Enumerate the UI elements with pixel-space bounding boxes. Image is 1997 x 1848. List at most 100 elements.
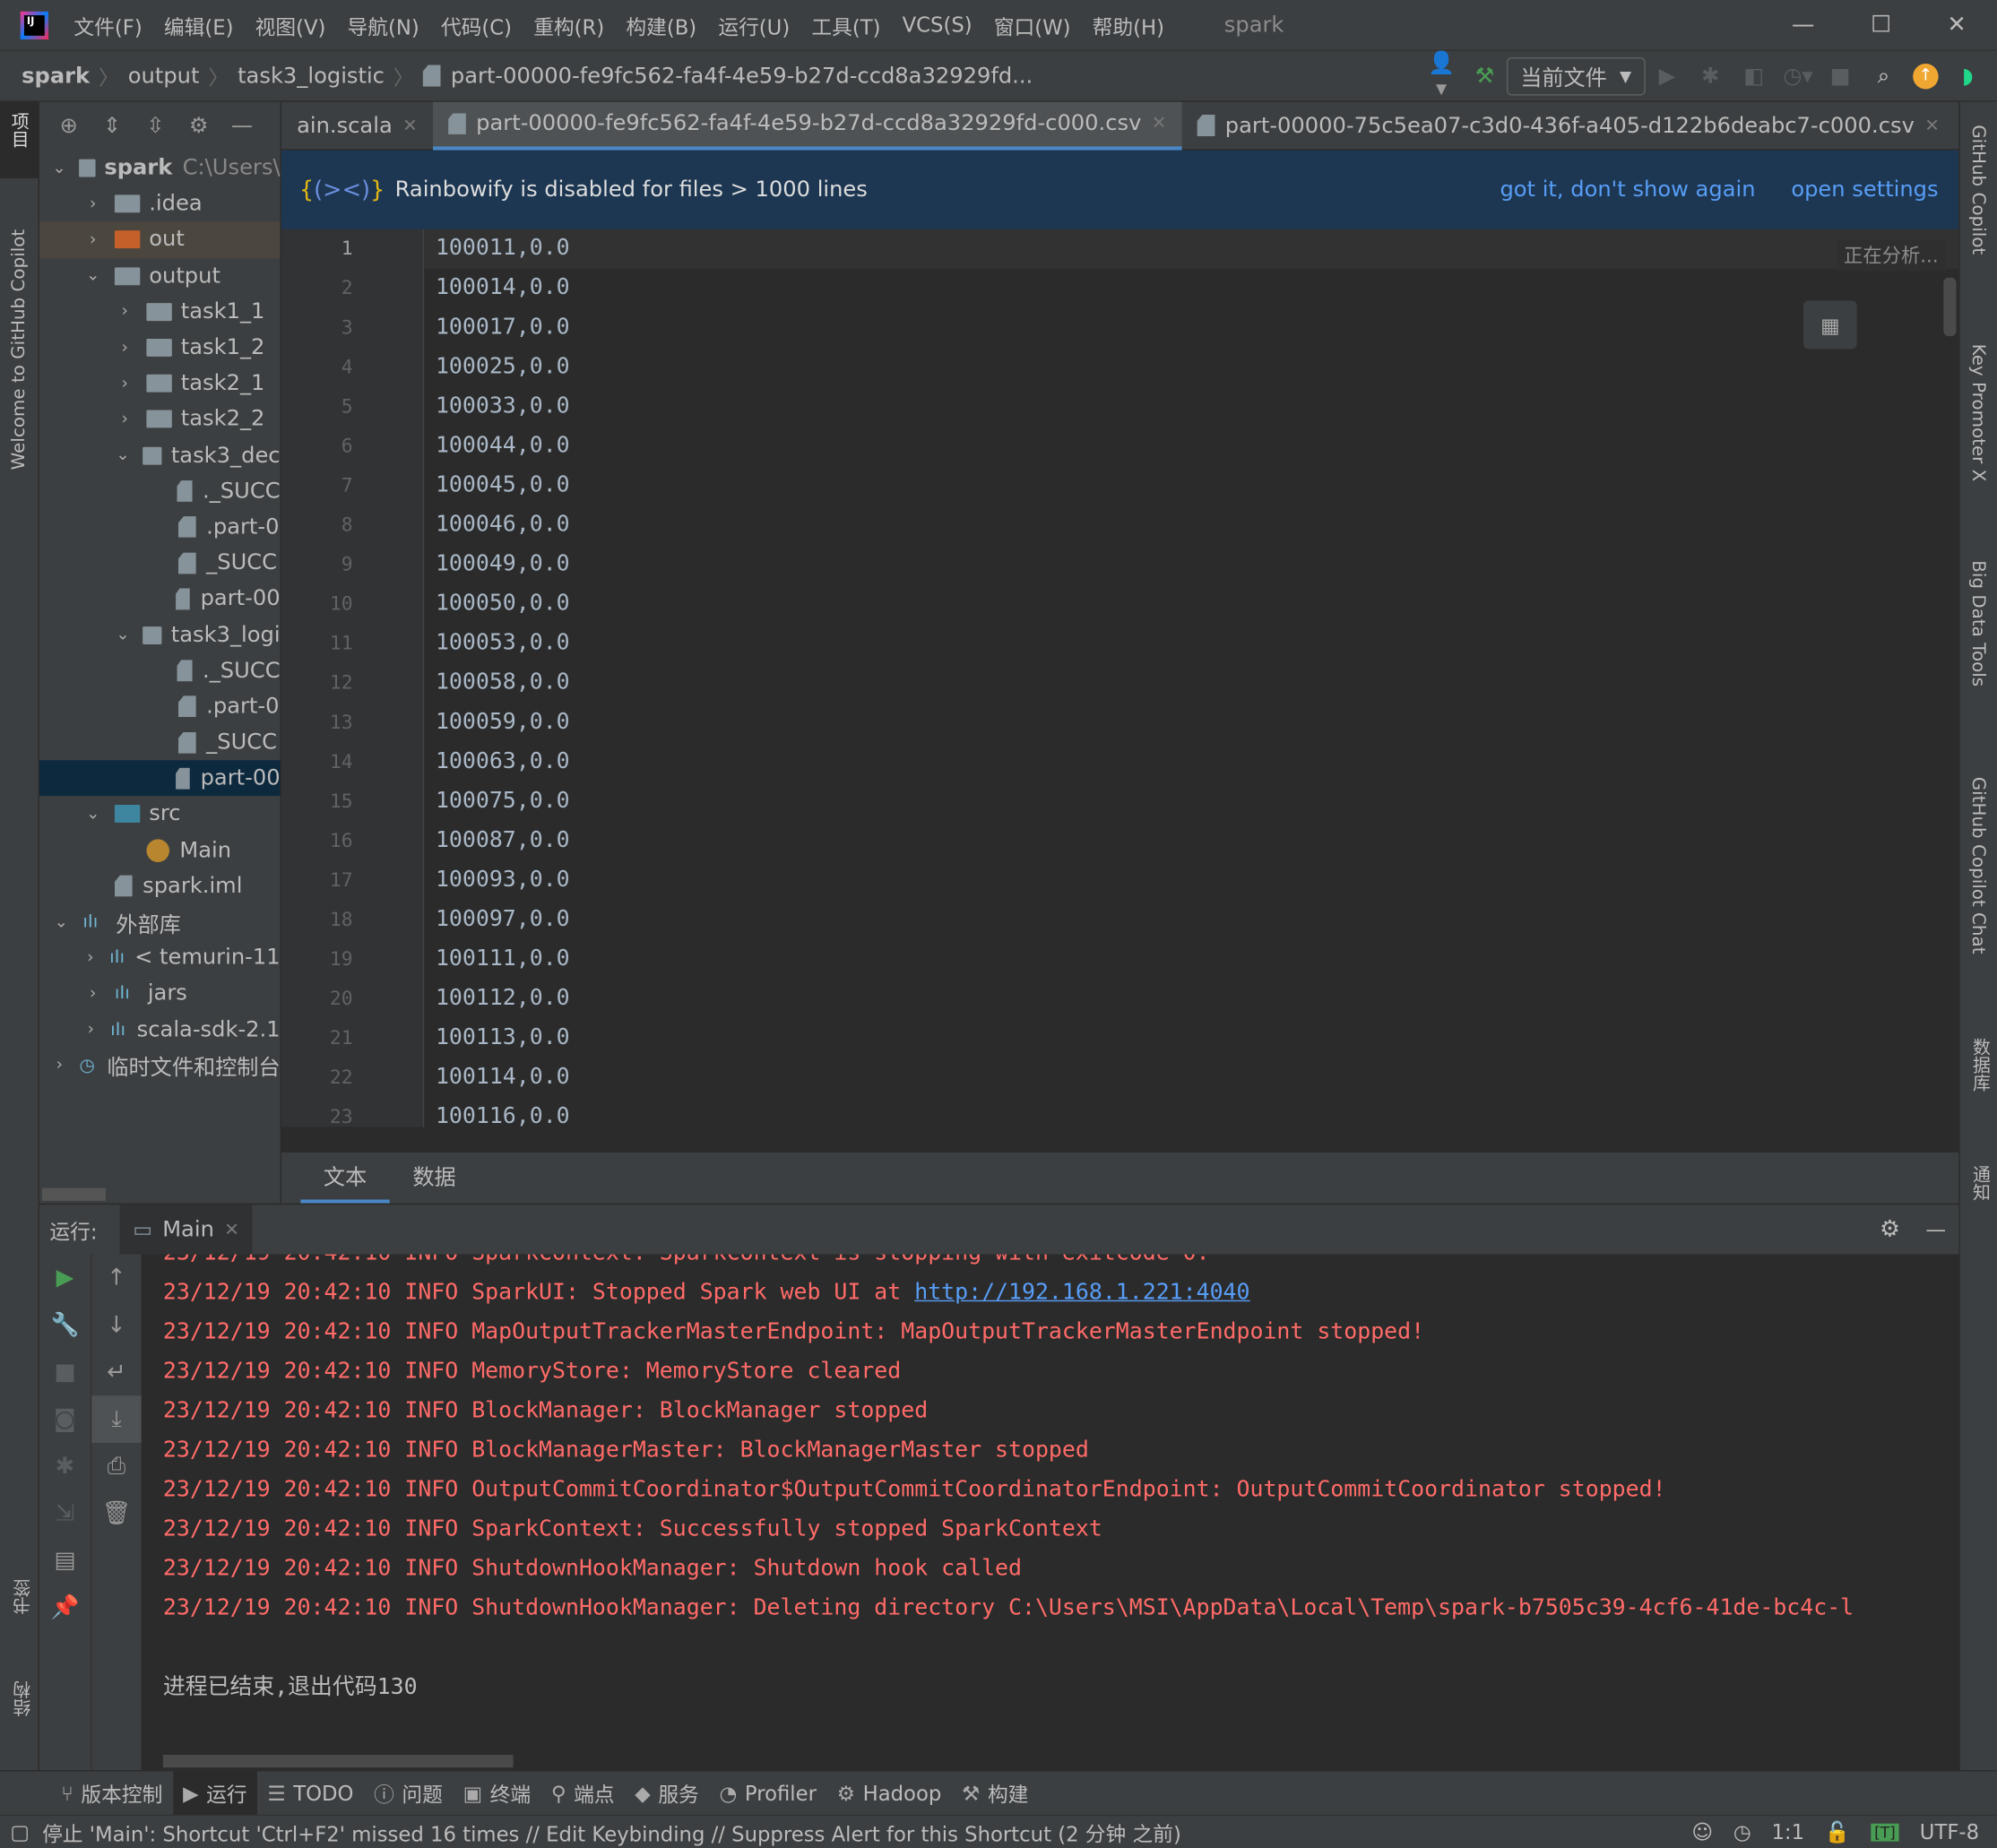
run-config-dropdown[interactable]: 当前文件 ▼ bbox=[1506, 56, 1646, 95]
stop-icon[interactable]: ■ bbox=[39, 1349, 91, 1396]
menu-item[interactable]: 工具(T) bbox=[811, 10, 880, 40]
close-button[interactable]: ✕ bbox=[1947, 12, 1966, 39]
update-icon[interactable]: ↑ bbox=[1913, 63, 1939, 89]
tree-item[interactable]: › ıIı < temurin-11 bbox=[39, 940, 280, 976]
build-hammer-icon[interactable]: ⚒ bbox=[1471, 63, 1499, 88]
tool-window-3[interactable]: ⓘ 问题 bbox=[364, 1771, 454, 1816]
debug-icon[interactable]: ✱ bbox=[1697, 63, 1725, 88]
camera-icon[interactable]: ◙ bbox=[39, 1395, 91, 1443]
tree-item[interactable]: › task1_1 bbox=[39, 294, 281, 330]
tree-item[interactable]: Main bbox=[39, 833, 281, 868]
close-tab-icon[interactable]: ✕ bbox=[402, 116, 418, 136]
tree-item[interactable]: _SUCC bbox=[39, 724, 281, 760]
scroll-to-end-icon[interactable]: ⤓ bbox=[91, 1395, 142, 1443]
menu-item[interactable]: 代码(C) bbox=[441, 10, 512, 40]
chevron-icon[interactable]: › bbox=[116, 374, 134, 393]
console-output[interactable]: 23/12/19 20:42:10 INFO SparkContext: Spa… bbox=[141, 1254, 1959, 1771]
chevron-icon[interactable]: › bbox=[84, 948, 97, 967]
pin-icon[interactable]: 📌 bbox=[39, 1585, 91, 1632]
project-tool-button[interactable]: 项目 bbox=[0, 101, 39, 178]
spark-ui-link[interactable]: http://192.168.1.221:4040 bbox=[914, 1280, 1249, 1305]
hide-icon[interactable]: — bbox=[228, 113, 255, 138]
tree-item[interactable]: › ıIı jars bbox=[39, 976, 281, 1012]
right-tool-button[interactable]: GitHub Copilot Chat bbox=[1967, 777, 1997, 959]
plugin-logo-icon[interactable]: ◗ bbox=[1954, 63, 1982, 88]
code-view[interactable]: 100011,0.0 100014,0.0 100017,0.0 100025,0.0… bbox=[424, 229, 1959, 1127]
stop-icon[interactable]: ■ bbox=[1827, 63, 1854, 88]
breadcrumb-project[interactable]: spark bbox=[22, 63, 90, 88]
tree-item[interactable]: ⌄ ıIı 外部库 bbox=[39, 904, 281, 940]
minimize-button[interactable]: — bbox=[1792, 12, 1815, 39]
soft-wrap-icon[interactable]: ↵ bbox=[91, 1349, 141, 1396]
menu-item[interactable]: VCS(S) bbox=[903, 13, 973, 37]
locate-icon[interactable]: ⊕ bbox=[55, 113, 82, 138]
chevron-icon[interactable]: ⌄ bbox=[52, 159, 65, 177]
close-tab-icon[interactable]: ✕ bbox=[224, 1220, 239, 1240]
right-tool-button[interactable]: 通知 bbox=[1967, 1165, 1997, 1205]
right-tool-button[interactable]: 数据库 bbox=[1967, 1038, 1997, 1096]
chevron-icon[interactable]: › bbox=[84, 194, 102, 213]
right-tool-button[interactable]: Key Promoter X bbox=[1967, 344, 1997, 487]
right-tool-button[interactable]: Big Data Tools bbox=[1967, 560, 1997, 692]
encoding[interactable]: UTF-8 bbox=[1920, 1819, 1979, 1844]
maximize-button[interactable]: ☐ bbox=[1871, 12, 1891, 39]
tree-item[interactable]: .part-0 bbox=[39, 688, 281, 724]
tabnine-icon[interactable]: [T] bbox=[1870, 1823, 1900, 1841]
layout-icon[interactable]: ▤ bbox=[39, 1537, 91, 1585]
chevron-icon[interactable]: › bbox=[84, 984, 102, 1003]
chevron-icon[interactable]: › bbox=[116, 302, 134, 321]
chevron-icon[interactable]: ⌄ bbox=[116, 626, 129, 644]
search-icon[interactable]: ⌕ bbox=[1870, 63, 1898, 88]
exit-icon[interactable]: ⇲ bbox=[39, 1490, 91, 1537]
tree-item[interactable]: .part-0 bbox=[39, 509, 281, 545]
tool-window-9[interactable]: ⚒ 构建 bbox=[952, 1771, 1039, 1816]
copilot-welcome-button[interactable]: Welcome to GitHub Copilot bbox=[0, 229, 39, 471]
status-message[interactable]: 停止 'Main': Shortcut 'Ctrl+F2' missed 16 … bbox=[42, 1817, 1181, 1847]
coverage-icon[interactable]: ◧ bbox=[1740, 63, 1768, 88]
menu-item[interactable]: 文件(F) bbox=[73, 10, 142, 40]
tool-window-6[interactable]: ◆ 服务 bbox=[625, 1771, 709, 1816]
tree-item[interactable]: ⌄ spark C:\Users\ bbox=[39, 151, 280, 186]
gear-icon[interactable]: ⚙ bbox=[1880, 1216, 1900, 1243]
console-hscrollbar[interactable] bbox=[162, 1755, 514, 1768]
table-view-button[interactable]: ▦ bbox=[1802, 300, 1857, 350]
right-tool-button[interactable]: GitHub Copilot bbox=[1967, 125, 1997, 260]
chevron-icon[interactable]: ⌄ bbox=[116, 445, 129, 464]
down-icon[interactable]: ↓ bbox=[91, 1301, 141, 1349]
tree-item[interactable]: ⌄ task3_dec bbox=[39, 437, 280, 473]
tree-item[interactable]: part-00 bbox=[39, 581, 281, 617]
tool-window-7[interactable]: ◔ Profiler bbox=[709, 1771, 826, 1816]
hide-icon[interactable]: — bbox=[1925, 1217, 1946, 1241]
tool-window-4[interactable]: ▣ 终端 bbox=[453, 1771, 540, 1816]
up-icon[interactable]: ↑ bbox=[91, 1255, 141, 1302]
tree-item[interactable]: _SUCC bbox=[39, 545, 281, 581]
run-tab-main[interactable]: ▭ Main ✕ bbox=[120, 1204, 253, 1256]
gear-icon[interactable]: ⚙ bbox=[185, 113, 212, 138]
chevron-icon[interactable]: › bbox=[52, 1056, 66, 1075]
chevron-icon[interactable]: › bbox=[84, 1020, 98, 1039]
lock-icon[interactable]: 🔓 bbox=[1825, 1819, 1850, 1844]
tree-item[interactable]: spark.iml bbox=[39, 868, 281, 904]
rerun-icon[interactable]: ▶ bbox=[39, 1255, 91, 1302]
profile-icon[interactable]: ◷▾ bbox=[1783, 63, 1812, 88]
editor-tab[interactable]: part-00000-fe9fc562-fa4f-4e59-b27d-ccd8a… bbox=[432, 100, 1182, 150]
chevron-icon[interactable]: ⌄ bbox=[52, 912, 70, 931]
clock-icon[interactable]: ◷ bbox=[1733, 1819, 1751, 1844]
close-tab-icon[interactable]: ✕ bbox=[1152, 113, 1167, 134]
menu-item[interactable]: 视图(V) bbox=[255, 10, 326, 40]
tool-window-1[interactable]: ▶ 运行 bbox=[172, 1770, 257, 1816]
tree-item[interactable]: › ıIı scala-sdk-2.1 bbox=[39, 1012, 281, 1048]
editor-tab[interactable]: ain.scala ✕ bbox=[281, 101, 433, 150]
tree-item[interactable]: › out bbox=[39, 221, 281, 258]
print-icon[interactable]: ⎙ bbox=[91, 1443, 141, 1490]
menu-item[interactable]: 窗口(W) bbox=[994, 10, 1071, 40]
dismiss-link[interactable]: got it, don't show again bbox=[1500, 177, 1755, 203]
menu-item[interactable]: 帮助(H) bbox=[1093, 10, 1164, 40]
breadcrumb-task3[interactable]: task3_logistic bbox=[238, 63, 385, 88]
run-icon[interactable]: ▶ bbox=[1653, 63, 1681, 88]
tree-item[interactable]: › task2_1 bbox=[39, 366, 281, 402]
chevron-icon[interactable]: ⌄ bbox=[84, 805, 102, 824]
tree-item[interactable]: › .idea bbox=[39, 186, 281, 222]
tree-item[interactable]: ._SUCC bbox=[39, 473, 281, 509]
tree-item[interactable]: ⌄ output bbox=[39, 258, 281, 294]
